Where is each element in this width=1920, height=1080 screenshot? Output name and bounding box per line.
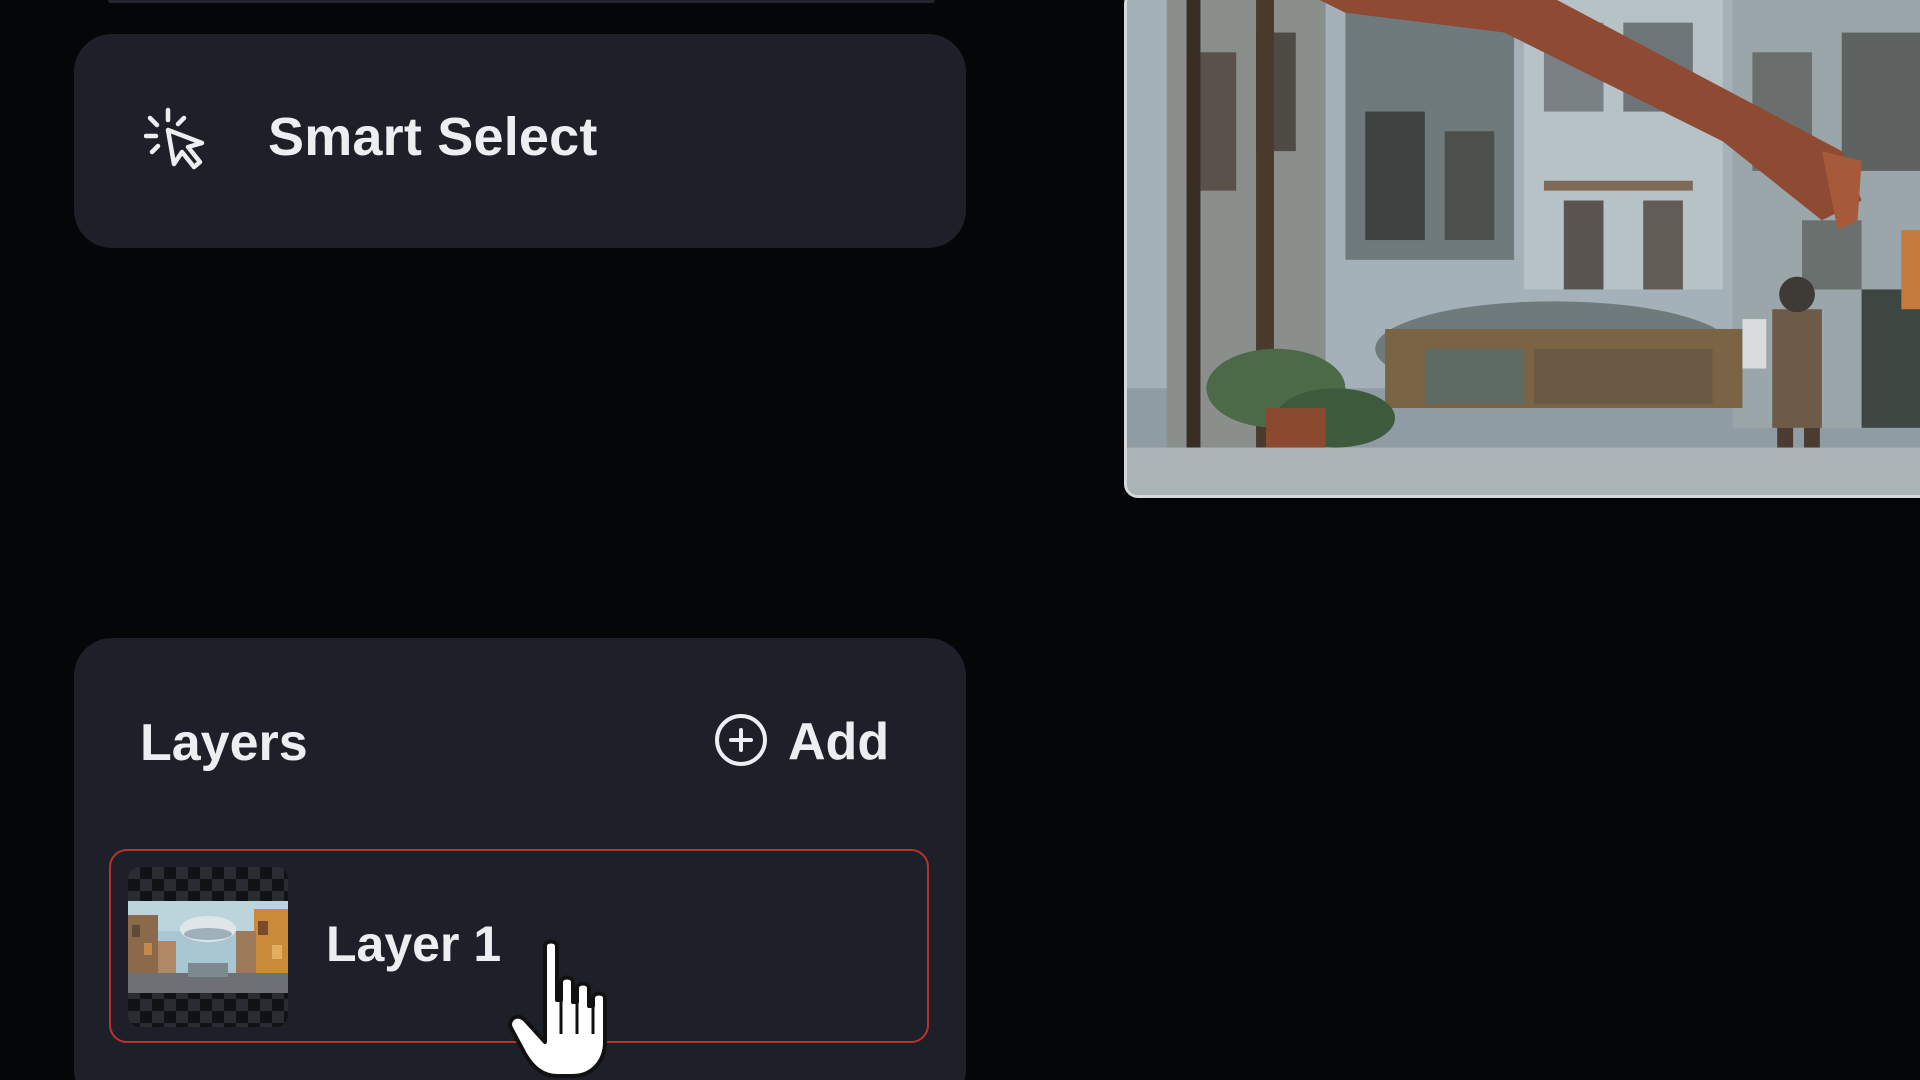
layer-name: Layer 1 [326,916,502,972]
plus-circle-icon [714,713,768,772]
layers-title: Layers [140,714,308,772]
add-layer-button[interactable]: Add [714,712,889,772]
smart-select-label: Smart Select [268,107,598,167]
layer-thumbnail [128,867,288,1027]
panel-edge [108,0,935,3]
layer-item[interactable]: Layer 1 [109,849,929,1043]
sparkle-cursor-icon [143,106,212,174]
add-layer-label: Add [788,713,890,771]
editor-window: Smart Select Layers Add Layer 1 [0,0,1920,1080]
canvas-image[interactable] [1124,0,1920,498]
